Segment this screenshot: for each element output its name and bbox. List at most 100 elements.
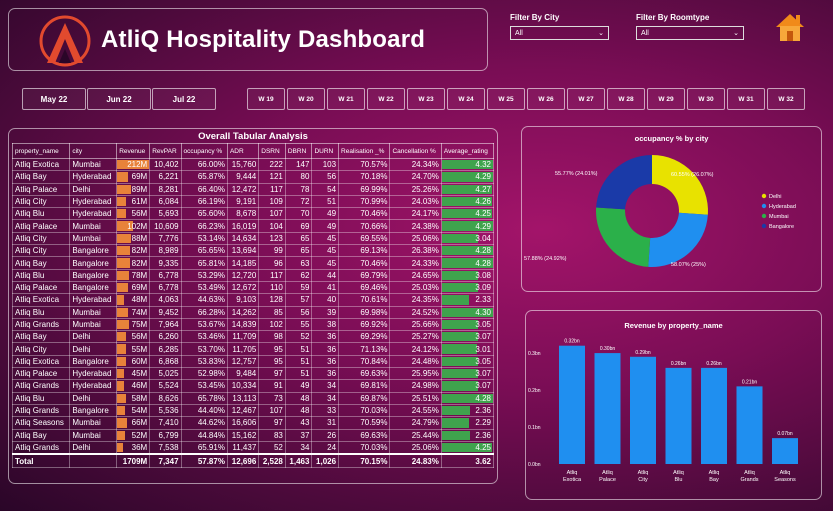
city-filter-select[interactable]: All ⌄ (510, 26, 609, 40)
column-header[interactable]: DSRN (258, 143, 286, 159)
roomtype-filter-select[interactable]: All ⌄ (636, 26, 744, 40)
table-cell: 44.84% (180, 428, 228, 442)
x-category-label: Atliq (673, 470, 684, 476)
table-cell: Mumbai (69, 317, 118, 332)
table-cell: 65 (284, 244, 313, 258)
week-button-w23[interactable]: W 23 (407, 88, 445, 110)
table-cell: Hyderabad (69, 194, 118, 209)
x-category-label: Grands (740, 477, 758, 483)
table-cell: 15,162 (226, 428, 260, 442)
revenue-bar[interactable] (665, 367, 692, 464)
revenue-data-bar (117, 381, 125, 391)
donut-data-label: 60.55% (26.07%) (671, 172, 714, 178)
atliq-logo (39, 15, 91, 67)
revenue-cell: 61M (116, 194, 151, 209)
month-button-may[interactable]: May 22 (22, 88, 86, 110)
table-cell: 97 (258, 416, 286, 430)
week-button-w32[interactable]: W 32 (767, 88, 805, 110)
revenue-value: 48M (131, 295, 148, 305)
column-header[interactable]: property_name (11, 143, 71, 159)
week-button-w29[interactable]: W 29 (647, 88, 685, 110)
column-header[interactable]: DURN (311, 143, 340, 159)
table-cell: 69.29% (338, 330, 391, 344)
table-cell: 9,444 (226, 170, 260, 184)
table-cell: Atliq Exotica (11, 293, 71, 307)
bar-data-label: 0.26bn (706, 361, 722, 367)
table-cell: 12,696 (226, 452, 260, 469)
column-header[interactable]: Realisation _% (338, 143, 391, 159)
column-header[interactable]: RevPAR (149, 143, 182, 159)
revenue-bar[interactable] (736, 386, 763, 464)
donut-slice-bangalore[interactable] (596, 155, 652, 210)
week-button-w19[interactable]: W 19 (247, 88, 285, 110)
title-panel: AtliQ Hospitality Dashboard (8, 8, 488, 71)
revenue-bar[interactable] (630, 356, 656, 464)
rating-cell: 3.07 (440, 379, 495, 393)
column-header[interactable]: city (69, 143, 118, 159)
table-cell: 11,705 (226, 342, 260, 356)
week-button-w21[interactable]: W 21 (327, 88, 365, 110)
month-button-jul[interactable]: Jul 22 (152, 88, 216, 110)
table-cell: 103 (311, 157, 340, 172)
revenue-bar[interactable] (701, 367, 727, 464)
table-cell: 128 (258, 293, 286, 307)
table-cell: 99 (258, 244, 286, 258)
rating-value: 3.07 (475, 369, 491, 379)
week-button-w25[interactable]: W 25 (487, 88, 525, 110)
legend-label[interactable]: Mumbai (769, 214, 789, 220)
revenue-cell: 88M (116, 231, 151, 246)
week-button-w22[interactable]: W 22 (367, 88, 405, 110)
donut-slice-delhi[interactable] (652, 155, 708, 215)
legend-label[interactable]: Delhi (769, 194, 782, 200)
table-cell: 24.52% (389, 305, 442, 319)
bar-data-label: 0.32bn (564, 339, 580, 345)
table-row: Atliq City Mumbai 88M 7,776 53.14% 14,634 123 6… (11, 231, 495, 246)
revenue-bar[interactable] (559, 345, 585, 464)
table-cell: 24 (311, 440, 340, 455)
week-button-w27[interactable]: W 27 (567, 88, 605, 110)
table-row: Atliq Bay Hyderabad 69M 6,221 65.87% 9,444 121… (11, 170, 495, 184)
month-button-jun[interactable]: Jun 22 (87, 88, 151, 110)
table-cell: 65.60% (180, 207, 228, 221)
table-cell: 53.49% (180, 280, 228, 295)
table-cell: 12,720 (226, 268, 260, 282)
table-cell: 69.55% (338, 231, 391, 246)
table-cell: Atliq Grands (11, 440, 71, 455)
column-header[interactable]: DBRN (284, 143, 313, 159)
table-cell: 70.66% (338, 219, 391, 233)
city-filter-label: Filter By City (510, 13, 560, 22)
week-button-w31[interactable]: W 31 (727, 88, 765, 110)
table-cell: 9,452 (149, 305, 182, 319)
legend-label[interactable]: Bangalore (769, 224, 794, 230)
revenue-data-bar (117, 332, 126, 342)
revenue-bar[interactable] (772, 438, 798, 464)
week-button-w30[interactable]: W 30 (687, 88, 725, 110)
table-cell: Mumbai (69, 157, 118, 172)
column-header[interactable]: Revenue (116, 143, 151, 159)
table-cell: 24.03% (389, 194, 442, 209)
table-cell: 83 (258, 428, 286, 442)
revenue-bar[interactable] (594, 353, 621, 464)
table-row: Atliq Palace Mumbai 102M 10,609 66.23% 16,019… (11, 219, 495, 233)
column-header[interactable]: Cancellation % (389, 143, 442, 159)
x-category-label: Atliq (780, 470, 791, 476)
table-cell: 53.46% (180, 330, 228, 344)
table-cell: 69 (284, 219, 313, 233)
rating-cell: 4.28 (440, 244, 495, 258)
revenue-data-bar (117, 258, 130, 268)
table-cell: 9,335 (149, 256, 182, 270)
bar-data-label: 0.26bn (671, 361, 687, 367)
legend-label[interactable]: Hyderabad (769, 204, 796, 210)
donut-slice-mumbai[interactable] (596, 207, 651, 267)
week-button-w26[interactable]: W 26 (527, 88, 565, 110)
week-button-w28[interactable]: W 28 (607, 88, 645, 110)
column-header[interactable]: Average_rating (440, 143, 495, 159)
home-icon[interactable] (774, 12, 806, 42)
column-header[interactable]: ADR (226, 143, 260, 159)
week-button-w24[interactable]: W 24 (447, 88, 485, 110)
donut-slice-hyderabad[interactable] (648, 212, 708, 267)
week-button-w20[interactable]: W 20 (287, 88, 325, 110)
x-category-label: Atliq (638, 470, 649, 476)
column-header[interactable]: occupancy % (180, 143, 228, 159)
table-cell: 70.61% (338, 293, 391, 307)
